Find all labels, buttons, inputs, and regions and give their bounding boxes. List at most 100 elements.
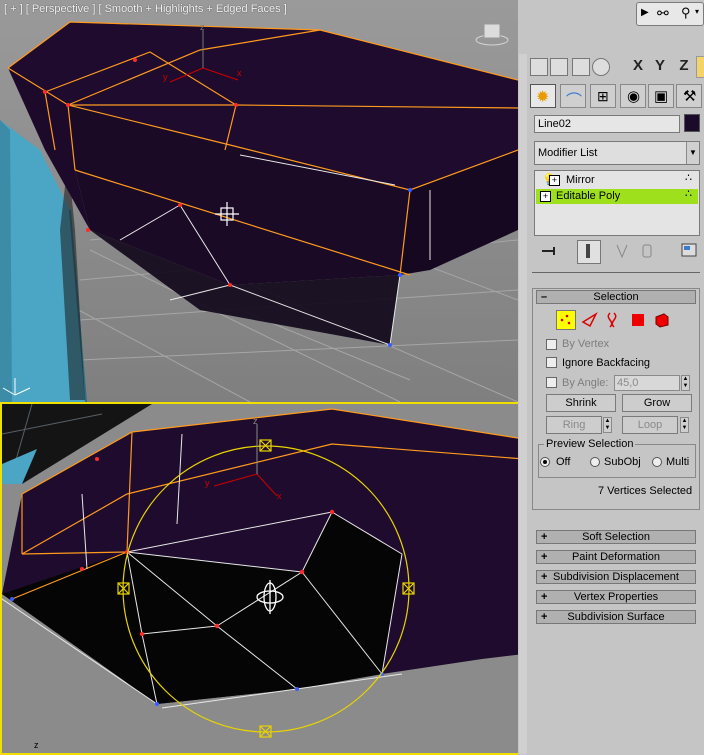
material-icon[interactable] [550,58,568,76]
subdivision-displacement-rollout[interactable]: + Subdivision Displacement [536,570,696,584]
axis-x-button[interactable]: X [628,56,648,76]
svg-text:z: z [200,22,205,32]
rollout-title: Subdivision Surface [567,611,665,623]
search-box[interactable]: ▶ ⚯ ⚲ ▾ [636,2,704,26]
stack-item-mirror[interactable]: 💡 + Mirror ∴ [536,172,698,188]
sun-icon: ✹ [536,89,550,106]
configure-modifier-sets-icon[interactable] [678,240,700,262]
polygon-mode-icon[interactable] [628,310,648,330]
element-mode-icon[interactable] [652,310,672,330]
object-color-swatch[interactable] [684,114,700,132]
layer-icon[interactable] [530,58,548,76]
tab-create[interactable]: ✹ [530,84,556,108]
selection-rollout-header[interactable]: – Selection [536,290,696,304]
command-panel-tabs: ✹ ⌒ ⊞ ◉ ▣ ⚒ [530,84,702,110]
by-angle-spinner[interactable]: 45,0 [614,375,680,391]
loop-spinner-icon[interactable]: ▲ ▼ [680,417,689,433]
axis-z-button[interactable]: Z [674,56,694,76]
preview-multi-label: Multi [666,456,690,468]
chevron-down-icon[interactable]: ▾ [695,7,699,16]
perspective-viewport-bottom[interactable]: z x y z [0,402,526,755]
spinner-arrows-icon[interactable]: ▲ ▼ [681,375,690,391]
tab-display[interactable]: ▣ [648,84,674,108]
stack-toolbar [532,240,702,264]
shrink-button[interactable]: Shrink [546,394,616,412]
render-teapot-icon[interactable] [592,58,610,76]
vertex-mode-icon[interactable] [556,310,576,330]
svg-text:z: z [253,416,258,426]
subobject-dots-icon: ∴ [685,172,692,184]
rollout-title: Paint Deformation [571,551,661,563]
tab-modify[interactable]: ⌒ [560,84,586,110]
rollout-title: Soft Selection [582,531,650,543]
svg-text:y: y [205,478,210,488]
hammer-icon: ⚒ [683,88,697,105]
command-panel: ▶ ⚯ ⚲ ▾ X Y Z ✹ ⌒ ⊞ ◉ ▣ ⚒ Line02 Modifie… [518,0,704,755]
selection-status: 7 Vertices Selected [598,485,693,497]
soft-selection-rollout[interactable]: + Soft Selection [536,530,696,544]
modifier-list-label: Modifier List [538,147,598,159]
modify-curve-icon: ⌒ [566,93,583,110]
viewport-top-canvas[interactable]: z x y [0,0,518,402]
preview-selection-title: Preview Selection [544,438,636,450]
edge-mode-icon[interactable] [580,310,600,330]
preview-off-radio[interactable] [540,457,550,467]
hierarchy-icon: ⊞ [597,88,609,104]
tab-hierarchy[interactable]: ⊞ [590,84,616,108]
perspective-viewport-top[interactable]: z x y [ + ] [ Perspective ] [ Smooth + H… [0,0,518,402]
viewport-bottom-canvas[interactable]: z x y [2,404,524,753]
modifier-stack[interactable]: 💡 + Mirror ∴ + Editable Poly ∴ [534,170,700,236]
panel-scrollbar[interactable] [519,54,527,754]
axis-y-button[interactable]: Y [650,56,670,76]
rollout-title: Subdivision Displacement [553,571,679,583]
divider [532,272,700,273]
expand-icon[interactable]: + [540,191,551,202]
preview-off-label: Off [556,456,571,468]
stack-item-editable-poly[interactable]: + Editable Poly ∴ [536,188,698,204]
display-monitor-icon: ▣ [654,88,669,105]
ignore-backfacing-checkbox[interactable] [546,357,557,368]
by-angle-label: By Angle: [562,377,609,389]
ring-spinner-icon[interactable]: ▲ ▼ [603,417,612,433]
tab-utilities[interactable]: ⚒ [676,84,702,108]
pin-stack-icon[interactable] [540,240,562,262]
viewport-top-label[interactable]: [ + ] [ Perspective ] [ Smooth + Highlig… [4,3,287,15]
main-toolbar-top: ▶ ⚯ ⚲ ▾ [518,0,704,30]
expand-icon[interactable]: + [549,175,560,186]
vertex-properties-rollout[interactable]: + Vertex Properties [536,590,696,604]
by-angle-checkbox[interactable] [546,377,557,388]
stack-item-label: Editable Poly [556,190,621,202]
render-setup-icon[interactable] [572,58,590,76]
selection-rollout-title: Selection [593,291,639,303]
make-unique-icon[interactable] [612,240,634,262]
motion-icon: ◉ [627,88,641,105]
border-mode-icon[interactable] [602,310,622,330]
subobject-dots-icon: ∴ [685,188,692,200]
tab-motion[interactable]: ◉ [620,84,646,108]
preview-subobj-label: SubObj [604,456,641,468]
stack-item-label: Mirror [566,174,595,186]
svg-text:x: x [277,491,282,501]
binoculars-icon[interactable]: ⚯ [657,5,669,22]
subdivision-surface-rollout[interactable]: + Subdivision Surface [536,610,696,624]
by-vertex-checkbox[interactable] [546,339,557,350]
by-vertex-label: By Vertex [562,338,610,350]
svg-text:x: x [237,68,242,78]
modifier-list-dropdown[interactable]: Modifier List ▼ [534,141,700,165]
axis-xy-button[interactable] [696,56,704,78]
preview-subobj-radio[interactable] [590,457,600,467]
svg-text:y: y [163,72,168,82]
play-arrow-icon[interactable]: ▶ [641,7,649,18]
remove-modifier-icon[interactable] [636,240,658,262]
grow-button[interactable]: Grow [622,394,692,412]
ring-button[interactable]: Ring [546,416,602,434]
show-end-result-icon[interactable] [577,240,601,264]
object-name-field[interactable]: Line02 [534,115,680,133]
preview-multi-radio[interactable] [652,457,662,467]
ignore-backfacing-label: Ignore Backfacing [562,357,651,369]
axis-z-label: z [34,740,39,750]
chevron-down-icon[interactable]: ▼ [686,142,699,164]
paint-deformation-rollout[interactable]: + Paint Deformation [536,550,696,564]
search-icon[interactable]: ⚲ [681,5,691,21]
loop-button[interactable]: Loop [622,416,678,434]
